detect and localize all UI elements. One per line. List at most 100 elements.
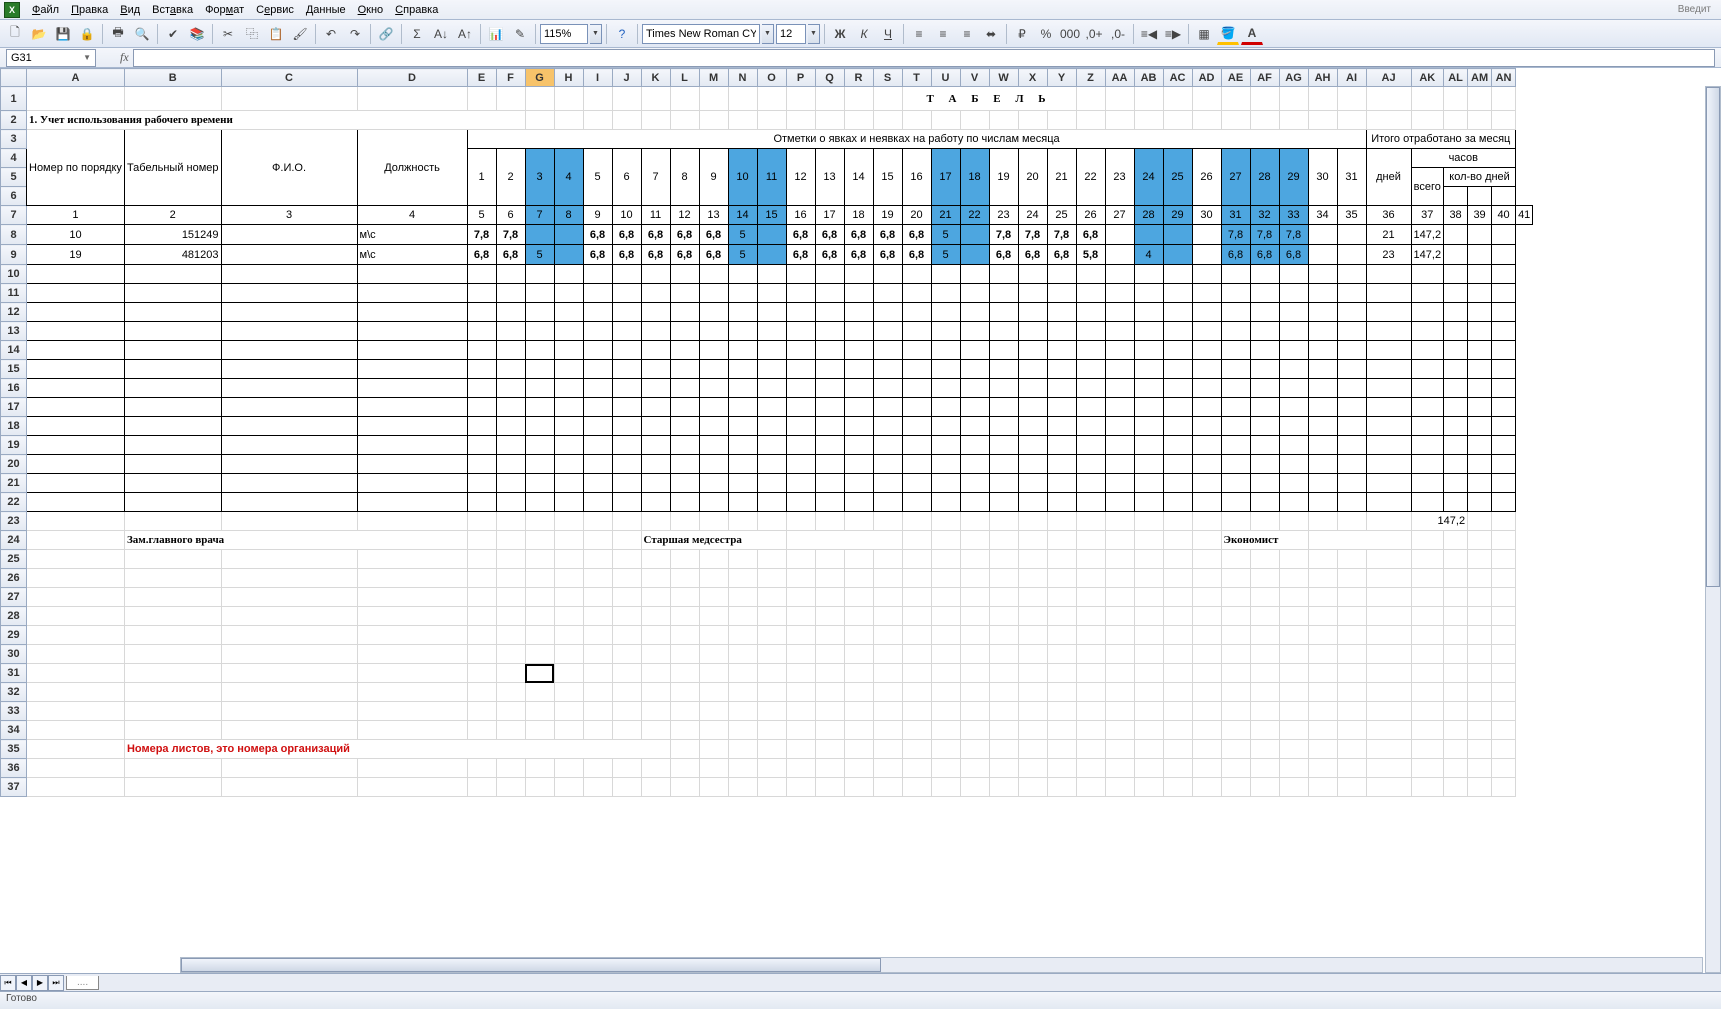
cell[interactable]: [1468, 341, 1492, 360]
cell[interactable]: [873, 512, 902, 531]
cell[interactable]: [124, 550, 221, 569]
cell[interactable]: [467, 303, 496, 322]
cell[interactable]: [1366, 398, 1411, 417]
cell[interactable]: [1221, 740, 1250, 759]
cell[interactable]: [612, 759, 641, 778]
col-header-G[interactable]: G: [525, 69, 554, 87]
cell[interactable]: [757, 664, 786, 683]
cell[interactable]: [1163, 474, 1192, 493]
cell[interactable]: [1105, 284, 1134, 303]
cell[interactable]: [554, 474, 583, 493]
cell[interactable]: [670, 778, 699, 797]
cell-day[interactable]: 6,8: [873, 225, 902, 245]
row-header-25[interactable]: 25: [1, 550, 27, 569]
cell[interactable]: [1468, 740, 1492, 759]
cell[interactable]: [124, 322, 221, 341]
cell[interactable]: [931, 626, 960, 645]
cell[interactable]: [467, 607, 496, 626]
cell[interactable]: [554, 87, 583, 111]
cell-day[interactable]: 6,8: [699, 225, 728, 245]
cell[interactable]: [1308, 303, 1337, 322]
cell[interactable]: [221, 265, 357, 284]
cell[interactable]: [612, 607, 641, 626]
cell-day[interactable]: [1163, 225, 1192, 245]
cell[interactable]: [931, 455, 960, 474]
cell[interactable]: [1366, 379, 1411, 398]
cell-days[interactable]: 21: [1366, 225, 1411, 245]
cell[interactable]: [221, 645, 357, 664]
tab-nav[interactable]: ⏮ ◀ ▶ ⏭: [0, 975, 64, 991]
cell[interactable]: [1018, 360, 1047, 379]
cell[interactable]: [612, 455, 641, 474]
cell[interactable]: [902, 474, 931, 493]
cell[interactable]: [1250, 398, 1279, 417]
cell[interactable]: [221, 702, 357, 721]
cell[interactable]: [1279, 493, 1308, 512]
cell[interactable]: [931, 417, 960, 436]
cell[interactable]: [496, 417, 525, 436]
cell[interactable]: [902, 493, 931, 512]
cell[interactable]: [757, 493, 786, 512]
cell[interactable]: [1492, 360, 1516, 379]
cell[interactable]: [960, 455, 989, 474]
cell[interactable]: [1279, 569, 1308, 588]
cell[interactable]: [1134, 303, 1163, 322]
paste-icon[interactable]: 📋: [265, 23, 287, 45]
cell[interactable]: [1163, 436, 1192, 455]
cell[interactable]: [844, 778, 873, 797]
cell[interactable]: [815, 569, 844, 588]
cell[interactable]: [467, 531, 496, 550]
cell-day[interactable]: 6,8: [815, 225, 844, 245]
cell[interactable]: [1337, 436, 1366, 455]
cell[interactable]: [670, 360, 699, 379]
cell[interactable]: [221, 607, 357, 626]
cell[interactable]: [1105, 87, 1134, 111]
cell[interactable]: [467, 341, 496, 360]
cell[interactable]: [989, 759, 1018, 778]
cell[interactable]: [1308, 702, 1337, 721]
cell[interactable]: [960, 721, 989, 740]
cell[interactable]: [27, 398, 125, 417]
cell[interactable]: [583, 531, 612, 550]
cell[interactable]: [1076, 417, 1105, 436]
cell[interactable]: [124, 626, 221, 645]
cell[interactable]: [1337, 512, 1366, 531]
cell[interactable]: [1444, 474, 1468, 493]
col-header-AC[interactable]: AC: [1163, 69, 1192, 87]
cell[interactable]: [1221, 436, 1250, 455]
cell[interactable]: [357, 398, 467, 417]
cell[interactable]: [960, 531, 989, 550]
cell[interactable]: [1134, 474, 1163, 493]
cell[interactable]: [1250, 626, 1279, 645]
cell[interactable]: [583, 569, 612, 588]
cell[interactable]: [931, 111, 960, 130]
col-header-C[interactable]: C: [221, 69, 357, 87]
cell[interactable]: [728, 664, 757, 683]
cell[interactable]: [1411, 111, 1444, 130]
cell[interactable]: [496, 702, 525, 721]
cell[interactable]: [496, 341, 525, 360]
menu-help[interactable]: Справка: [389, 2, 444, 18]
cell[interactable]: [583, 341, 612, 360]
cell[interactable]: [1047, 512, 1076, 531]
cell[interactable]: [1492, 645, 1516, 664]
cell[interactable]: [1018, 702, 1047, 721]
cell[interactable]: [1047, 111, 1076, 130]
cell[interactable]: [496, 303, 525, 322]
cell[interactable]: [1163, 569, 1192, 588]
cell[interactable]: [27, 474, 125, 493]
cell[interactable]: [1366, 493, 1411, 512]
cell[interactable]: [525, 645, 554, 664]
cell[interactable]: [1134, 550, 1163, 569]
cell[interactable]: [1018, 569, 1047, 588]
cell[interactable]: [1444, 683, 1468, 702]
cell[interactable]: [1018, 265, 1047, 284]
cell[interactable]: [699, 512, 728, 531]
cell[interactable]: [1411, 322, 1444, 341]
cell[interactable]: [1337, 493, 1366, 512]
cell[interactable]: [1076, 664, 1105, 683]
col-header-A[interactable]: A: [27, 69, 125, 87]
cell[interactable]: [1134, 512, 1163, 531]
cell[interactable]: [1134, 398, 1163, 417]
cell-day[interactable]: [1105, 225, 1134, 245]
